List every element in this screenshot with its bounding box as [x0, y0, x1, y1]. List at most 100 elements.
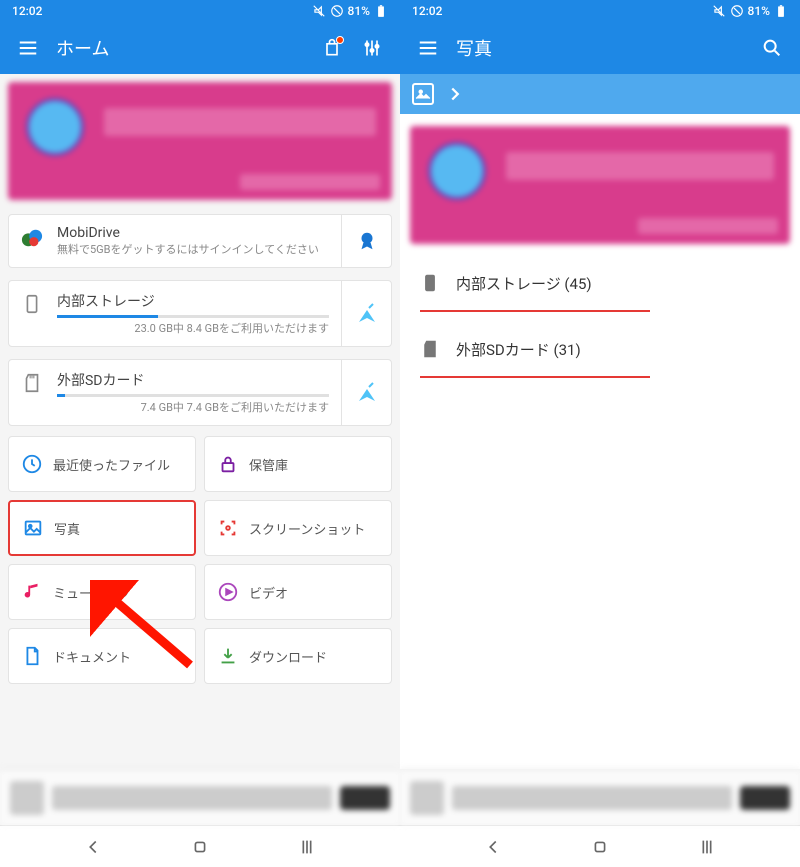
home-screen: 12:02 81% ホーム	[0, 0, 400, 867]
search-button[interactable]	[752, 28, 792, 68]
status-icons: 81%	[312, 4, 388, 18]
tile-screenshot[interactable]: スクリーンショット	[204, 500, 392, 556]
sdcard-card[interactable]: 外部SDカード 7.4 GB中 7.4 GBをご利用いただけます	[8, 359, 392, 426]
nav-back[interactable]	[479, 833, 507, 861]
app-bar: 写真	[400, 22, 800, 74]
photo-icon	[22, 517, 44, 539]
tile-label: ビデオ	[249, 583, 288, 602]
annotation-underline	[420, 310, 650, 312]
tile-label: 最近使ったファイル	[53, 455, 170, 474]
lock-icon	[217, 453, 239, 475]
photos-screen: 12:02 81% 写真 内部ストレージ (45)	[400, 0, 800, 867]
app-bar: ホーム	[0, 22, 400, 74]
mobidrive-title: MobiDrive	[57, 225, 329, 241]
sdcard-progress	[57, 394, 329, 397]
settings-button[interactable]	[352, 28, 392, 68]
status-icons: 81%	[712, 4, 788, 18]
sdcard-sub: 7.4 GB中 7.4 GBをご利用いただけます	[57, 399, 329, 415]
chevron-right-icon	[444, 83, 466, 105]
nav-home[interactable]	[586, 833, 614, 861]
breadcrumb[interactable]	[400, 74, 800, 114]
status-bar: 12:02 81%	[0, 0, 400, 22]
content: MobiDrive 無料で5GBをゲットするにはサインインしてください 内部スト…	[0, 74, 400, 769]
tile-label: ドキュメント	[53, 647, 131, 666]
app-title: 写真	[448, 35, 752, 61]
tile-vault[interactable]: 保管庫	[204, 436, 392, 492]
nav-home[interactable]	[186, 833, 214, 861]
video-icon	[217, 581, 239, 603]
promo-banner[interactable]	[8, 82, 392, 200]
nav-recent[interactable]	[293, 833, 321, 861]
ribbon-icon	[356, 230, 378, 252]
category-grid: 最近使ったファイル 保管庫 写真 スクリーンショット ミュージック ビデオ	[4, 432, 396, 688]
music-icon	[21, 581, 43, 603]
mobidrive-badge[interactable]	[341, 215, 391, 267]
broom-icon	[355, 302, 379, 326]
ad-banner[interactable]	[0, 769, 400, 825]
promo-banner[interactable]	[410, 126, 790, 244]
list-item-internal[interactable]: 内部ストレージ (45)	[400, 256, 800, 310]
list-item-sdcard[interactable]: 外部SDカード (31)	[400, 322, 800, 376]
tile-label: 保管庫	[249, 455, 288, 474]
mobidrive-card[interactable]: MobiDrive 無料で5GBをゲットするにはサインインしてください	[8, 214, 392, 268]
internal-storage-card[interactable]: 内部ストレージ 23.0 GB中 8.4 GBをご利用いただけます	[8, 280, 392, 347]
phone-icon	[21, 291, 47, 315]
tile-label: 写真	[54, 519, 80, 538]
broom-icon	[355, 381, 379, 405]
tile-document[interactable]: ドキュメント	[8, 628, 196, 684]
status-time: 12:02	[12, 4, 42, 18]
tile-label: スクリーンショット	[249, 519, 365, 538]
location-off-icon	[330, 4, 344, 18]
status-bar: 12:02 81%	[400, 0, 800, 22]
battery-icon	[374, 4, 388, 18]
sdcard-title: 外部SDカード	[57, 370, 329, 390]
list-label: 外部SDカード (31)	[456, 339, 581, 360]
nav-bar	[400, 825, 800, 867]
mobidrive-icon	[21, 225, 47, 249]
search-icon	[761, 37, 783, 59]
clock-icon	[21, 453, 43, 475]
battery-text: 81%	[748, 4, 770, 18]
ad-banner[interactable]	[400, 769, 800, 825]
mobidrive-sub: 無料で5GBをゲットするにはサインインしてください	[57, 243, 329, 257]
hamburger-icon	[417, 37, 439, 59]
menu-button[interactable]	[8, 28, 48, 68]
storage-progress	[57, 315, 329, 318]
location-off-icon	[730, 4, 744, 18]
mute-icon	[712, 4, 726, 18]
tile-recent[interactable]: 最近使ったファイル	[8, 436, 196, 492]
storage-clean[interactable]	[341, 281, 391, 346]
list-label: 内部ストレージ (45)	[456, 273, 592, 294]
sliders-icon	[362, 38, 382, 58]
annotation-underline	[420, 376, 650, 378]
hamburger-icon	[17, 37, 39, 59]
tile-label: ミュージック	[53, 583, 131, 602]
storage-sub: 23.0 GB中 8.4 GBをご利用いただけます	[57, 320, 329, 336]
tile-video[interactable]: ビデオ	[204, 564, 392, 620]
doc-icon	[21, 645, 43, 667]
nav-bar	[0, 825, 400, 867]
capture-icon	[217, 517, 239, 539]
storage-title: 内部ストレージ	[57, 291, 329, 311]
tile-photos[interactable]: 写真	[8, 500, 196, 556]
nav-back[interactable]	[79, 833, 107, 861]
spacer	[400, 388, 800, 769]
menu-button[interactable]	[408, 28, 448, 68]
tile-label: ダウンロード	[249, 647, 327, 666]
app-title: ホーム	[48, 35, 312, 61]
notification-dot	[336, 36, 344, 44]
tile-music[interactable]: ミュージック	[8, 564, 196, 620]
status-time: 12:02	[412, 4, 442, 18]
notification-button[interactable]	[312, 28, 352, 68]
phone-icon	[420, 273, 440, 293]
battery-icon	[774, 4, 788, 18]
content: 内部ストレージ (45) 外部SDカード (31)	[400, 114, 800, 769]
tile-download[interactable]: ダウンロード	[204, 628, 392, 684]
battery-text: 81%	[348, 4, 370, 18]
download-icon	[217, 645, 239, 667]
sdcard-icon	[21, 370, 47, 394]
nav-recent[interactable]	[693, 833, 721, 861]
sdcard-clean[interactable]	[341, 360, 391, 425]
photo-root-icon	[412, 83, 434, 105]
mute-icon	[312, 4, 326, 18]
